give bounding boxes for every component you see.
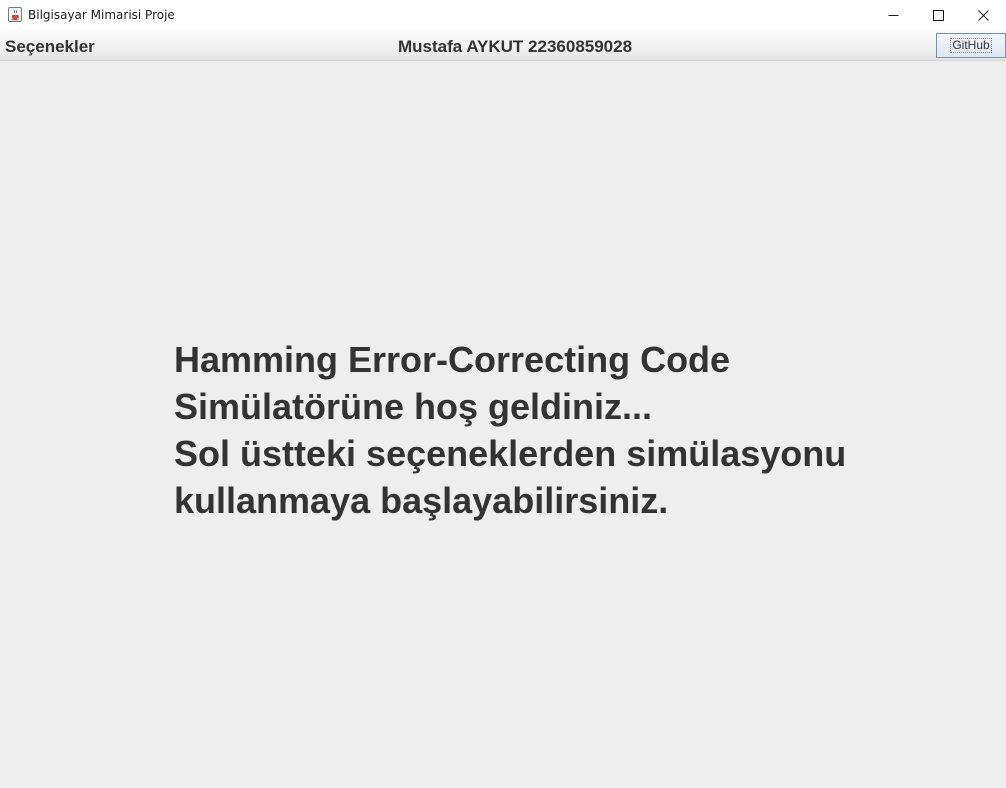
title-bar[interactable]: Bilgisayar Mimarisi Proje bbox=[0, 0, 1006, 31]
menu-bar: Seçenekler Mustafa AYKUT 22360859028 Git… bbox=[0, 31, 1006, 61]
author-label: Mustafa AYKUT 22360859028 bbox=[398, 37, 633, 56]
github-button[interactable]: GitHub bbox=[936, 33, 1006, 58]
window-title: Bilgisayar Mimarisi Proje bbox=[28, 8, 175, 22]
menu-options[interactable]: Seçenekler bbox=[5, 37, 95, 57]
app-window: Bilgisayar Mimarisi Proje Seçenekler Mus… bbox=[0, 0, 1006, 788]
close-icon bbox=[977, 10, 989, 21]
welcome-line: Simülatörüne hoş geldiniz... bbox=[174, 386, 653, 427]
welcome-line: Hamming Error-Correcting Code bbox=[174, 339, 731, 380]
maximize-icon bbox=[932, 10, 944, 21]
github-button-label: GitHub bbox=[950, 38, 992, 53]
welcome-line: kullanmaya başlayabilirsiniz. bbox=[174, 480, 669, 521]
minimize-button[interactable] bbox=[870, 0, 916, 31]
close-button[interactable] bbox=[960, 0, 1006, 31]
minimize-icon bbox=[888, 10, 899, 21]
maximize-button[interactable] bbox=[915, 0, 961, 31]
java-cup-icon[interactable] bbox=[8, 7, 22, 22]
welcome-line: Sol üstteki seçeneklerden simülasyonu bbox=[174, 433, 847, 474]
welcome-message: Hamming Error-Correcting Code Simülatörü… bbox=[174, 336, 934, 524]
main-content: Hamming Error-Correcting Code Simülatörü… bbox=[0, 62, 1006, 788]
